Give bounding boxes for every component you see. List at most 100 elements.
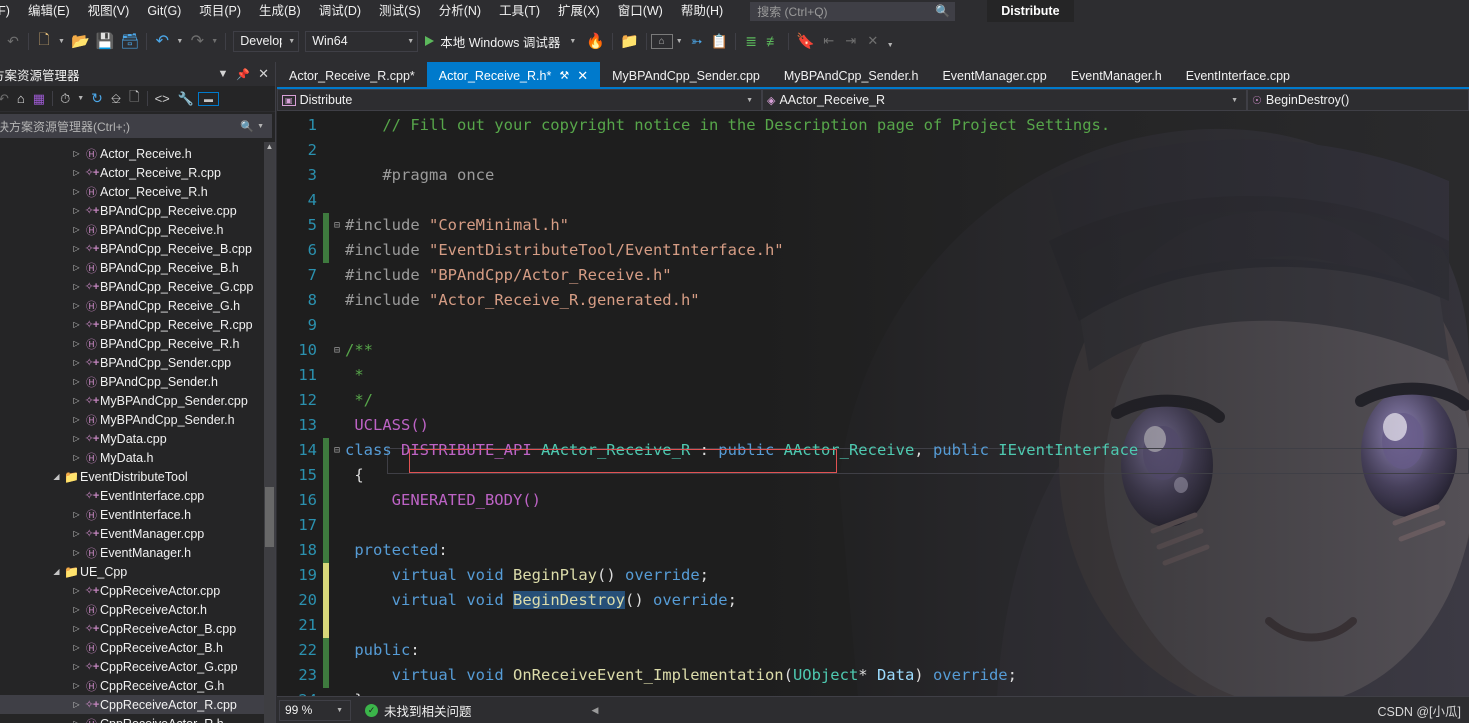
undo-icon[interactable]: ↶ (151, 30, 173, 52)
code-line[interactable]: 3 #pragma once (277, 163, 1469, 188)
code-line[interactable]: 2 (277, 138, 1469, 163)
chevron-right-icon[interactable]: ▷ (70, 168, 83, 177)
chevron-down-icon[interactable]: ▼ (566, 38, 579, 45)
navigate-back-icon[interactable]: ↶ (2, 30, 24, 52)
close-icon[interactable]: ✕ (577, 68, 588, 84)
pin-icon[interactable]: ⚒ (559, 69, 569, 82)
tree-item[interactable]: ▷ Ⓗ BPAndCpp_Sender.h (0, 372, 275, 391)
close-icon[interactable]: ✕ (254, 66, 273, 82)
code-line[interactable]: 22 public: (277, 638, 1469, 663)
tree-item[interactable]: ▷ ✧+ CppReceiveActor.cpp (0, 581, 275, 600)
tree-item[interactable]: ▷ⒽCppReceiveActor_R.h (0, 714, 275, 723)
zoom-level-combo[interactable]: 99 % ▼ (279, 699, 351, 721)
hot-reload-icon[interactable]: 🔥 (583, 30, 608, 52)
tree-item[interactable]: ▷ Ⓗ CppReceiveActor_G.h (0, 676, 275, 695)
fold-toggle-icon[interactable]: ⊟ (329, 338, 345, 363)
open-folder-icon[interactable]: 📂 (68, 30, 93, 52)
solution-explorer-scrollbar[interactable]: ▲ (264, 142, 275, 723)
tree-item[interactable]: ▷ ✧+ CppReceiveActor_G.cpp (0, 657, 275, 676)
chevron-right-icon[interactable]: ▷ (70, 377, 83, 386)
code-line[interactable]: 18 protected: (277, 538, 1469, 563)
code-line[interactable]: 8 #include "Actor_Receive_R.generated.h" (277, 288, 1469, 313)
collapse-all-icon[interactable]: ⎒ (107, 91, 125, 107)
solution-explorer-tree[interactable]: ▷ Ⓗ Actor_Receive.h ▷ ✧+ Actor_Receive_R.cpp ▷… (0, 142, 275, 723)
menu-analyze[interactable]: 分析(N) (430, 0, 490, 22)
tree-item[interactable]: ▷ Ⓗ EventManager.h (0, 543, 275, 562)
chevron-right-icon[interactable]: ▷ (70, 643, 83, 652)
chevron-right-icon[interactable]: ▷ (70, 681, 83, 690)
chevron-right-icon[interactable]: ▷ (70, 453, 83, 462)
chevron-right-icon[interactable]: ▷ (70, 225, 83, 234)
preview-selected-icon[interactable]: ▬ (197, 91, 219, 106)
tree-item[interactable]: ▷ ✧+ CppReceiveActor_B.cpp (0, 619, 275, 638)
chevron-down-icon[interactable]: ◢ (50, 567, 63, 576)
editor-tab[interactable]: EventInterface.cpp (1174, 62, 1302, 89)
redo-icon[interactable]: ↷ (186, 30, 208, 52)
fold-toggle-icon[interactable]: ⊟ (329, 438, 345, 463)
navigate-back-icon[interactable]: ↶ (0, 91, 13, 107)
tree-item[interactable]: ▷ ✧+ BPAndCpp_Receive_B.cpp (0, 239, 275, 258)
tree-item[interactable]: ▷ ✧+ BPAndCpp_Receive_R.cpp (0, 315, 275, 334)
tree-item[interactable]: ▷ Ⓗ BPAndCpp_Receive_G.h (0, 296, 275, 315)
show-all-files-icon[interactable]: 🗋 (125, 88, 143, 110)
code-line[interactable]: 11 * (277, 363, 1469, 388)
new-item-dropdown-icon[interactable]: ▼ (55, 38, 68, 45)
folder-search-icon[interactable]: 📁 (617, 30, 642, 52)
chevron-right-icon[interactable]: ▷ (70, 263, 83, 272)
menu-help[interactable]: 帮助(H) (672, 0, 732, 22)
tree-item[interactable]: ▷ Ⓗ BPAndCpp_Receive_B.h (0, 258, 275, 277)
tree-item[interactable]: ▷ ✧+ MyBPAndCpp_Sender.cpp (0, 391, 275, 410)
chevron-right-icon[interactable]: ▷ (70, 244, 83, 253)
tree-item[interactable]: ◢ 📁 EventDistributeTool (0, 467, 275, 486)
chevron-right-icon[interactable]: ▷ (70, 149, 83, 158)
new-item-icon[interactable]: 🗋 (33, 30, 55, 52)
next-bookmark-icon[interactable]: ⇥ (840, 30, 862, 52)
menu-debug[interactable]: 调试(D) (310, 0, 370, 22)
chevron-right-icon[interactable]: ▷ (70, 586, 83, 595)
chevron-right-icon[interactable]: ▷ (70, 396, 83, 405)
tree-item[interactable]: ▷ ✧+ MyData.cpp (0, 429, 275, 448)
redo-dropdown-icon[interactable]: ▼ (208, 38, 221, 45)
tree-item[interactable]: ▷ Ⓗ Actor_Receive.h (0, 144, 275, 163)
code-line[interactable]: 21 (277, 613, 1469, 638)
clear-bookmark-icon[interactable]: ✕ (862, 30, 884, 52)
chevron-right-icon[interactable]: ▷ (70, 415, 83, 424)
editor-tab[interactable]: Actor_Receive_R.cpp* (277, 62, 427, 89)
error-list-status[interactable]: ✓ 未找到相关问题 (365, 701, 472, 720)
refresh-icon[interactable]: ↻ (87, 90, 107, 107)
code-line[interactable]: 9 (277, 313, 1469, 338)
chevron-right-icon[interactable]: ▷ (70, 434, 83, 443)
code-line[interactable]: 15 { (277, 463, 1469, 488)
chevron-right-icon[interactable]: ▷ (70, 206, 83, 215)
chevron-right-icon[interactable]: ▷ (70, 605, 83, 614)
chevron-right-icon[interactable]: ▷ (70, 624, 83, 633)
chevron-right-icon[interactable]: ▷ (70, 282, 83, 291)
save-icon[interactable]: 💾 (93, 30, 118, 52)
menu-view[interactable]: 视图(V) (79, 0, 139, 22)
navbar-type-dropdown[interactable]: ◈ AActor_Receive_R ▼ (762, 89, 1247, 111)
code-view-icon[interactable]: <> (151, 91, 174, 106)
tree-item[interactable]: ▷ ✧+ CppReceiveActor_R.cpp (0, 695, 275, 714)
chevron-right-icon[interactable]: ▷ (70, 358, 83, 367)
editor-tab-active[interactable]: Actor_Receive_R.h* ⚒ ✕ (426, 62, 601, 89)
code-line[interactable]: 12 */ (277, 388, 1469, 413)
code-line[interactable]: 17 (277, 513, 1469, 538)
search-options-icon[interactable]: ▼ (254, 123, 267, 130)
menu-window[interactable]: 窗口(W) (609, 0, 672, 22)
menu-extensions[interactable]: 扩展(X) (549, 0, 609, 22)
indent-icon[interactable]: ≣ (740, 30, 762, 52)
save-all-icon[interactable]: 🗃 (117, 30, 142, 52)
pending-changes-dropdown-icon[interactable]: ▼ (74, 95, 87, 102)
chevron-down-icon[interactable]: ▼ (214, 68, 233, 80)
editor-tab[interactable]: EventManager.h (1059, 62, 1174, 89)
editor-tab[interactable]: MyBPAndCpp_Sender.h (772, 62, 931, 89)
code-line[interactable]: 24 }; (277, 688, 1469, 696)
undo-dropdown-icon[interactable]: ▼ (173, 38, 186, 45)
tree-item[interactable]: ▷ Ⓗ CppReceiveActor.h (0, 600, 275, 619)
home-icon[interactable]: ⌂ (13, 91, 29, 106)
chevron-right-icon[interactable]: ▷ (70, 320, 83, 329)
solution-explorer-search[interactable]: 决方案资源管理器(Ctrl+;) 🔍 ▼ (0, 114, 272, 138)
tree-item[interactable]: ▷ ✧+ BPAndCpp_Sender.cpp (0, 353, 275, 372)
code-line[interactable]: 13 UCLASS() (277, 413, 1469, 438)
chevron-right-icon[interactable]: ▷ (70, 339, 83, 348)
